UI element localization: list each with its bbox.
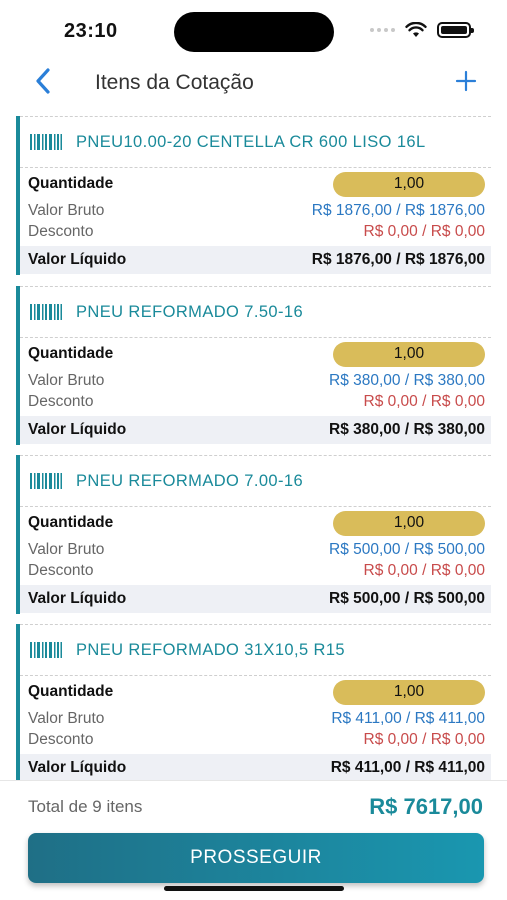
quantity-label: Quantidade [28, 514, 114, 531]
status-bar: 23:10 [0, 0, 507, 62]
net-value: R$ 500,00 / R$ 500,00 [329, 590, 485, 607]
net-value-label: Valor Líquido [28, 759, 127, 776]
net-value-row: Valor Líquido R$ 500,00 / R$ 500,00 [20, 585, 491, 613]
discount-value: R$ 0,00 / R$ 0,00 [363, 222, 486, 240]
discount-row: Desconto R$ 0,00 / R$ 0,00 [20, 729, 491, 750]
net-value: R$ 380,00 / R$ 380,00 [329, 421, 485, 438]
quantity-row: Quantidade 1,00 [20, 168, 491, 200]
item-card[interactable]: PNEU10.00-20 CENTELLA CR 600 LISO 16L Qu… [16, 116, 491, 275]
item-name: PNEU REFORMADO 7.00-16 [76, 471, 304, 490]
item-card-header: PNEU REFORMADO 7.50-16 [20, 286, 491, 338]
battery-icon [437, 22, 474, 38]
discount-value: R$ 0,00 / R$ 0,00 [363, 561, 486, 579]
footer: Total de 9 itens R$ 7617,00 PROSSEGUIR [0, 780, 507, 900]
discount-value: R$ 0,00 / R$ 0,00 [363, 392, 486, 410]
proceed-button[interactable]: PROSSEGUIR [28, 833, 484, 883]
quantity-row: Quantidade 1,00 [20, 338, 491, 370]
quantity-label: Quantidade [28, 683, 114, 700]
items-list[interactable]: PNEU10.00-20 CENTELLA CR 600 LISO 16L Qu… [0, 116, 507, 780]
status-time: 23:10 [64, 20, 118, 42]
discount-row: Desconto R$ 0,00 / R$ 0,00 [20, 391, 491, 412]
barcode-icon [30, 134, 62, 150]
page-title: Itens da Cotação [95, 71, 254, 94]
gross-value-row: Valor Bruto R$ 1876,00 / R$ 1876,00 [20, 200, 491, 221]
gross-value: R$ 500,00 / R$ 500,00 [329, 540, 485, 558]
gross-value: R$ 1876,00 / R$ 1876,00 [311, 201, 485, 219]
gross-value-row: Valor Bruto R$ 500,00 / R$ 500,00 [20, 539, 491, 560]
gross-value-label: Valor Bruto [28, 371, 105, 389]
back-button[interactable] [28, 66, 58, 96]
wifi-icon [405, 22, 427, 37]
item-card-header: PNEU REFORMADO 7.00-16 [20, 455, 491, 507]
item-card[interactable]: PNEU REFORMADO 31X10,5 R15 Quantidade 1,… [16, 624, 491, 780]
quantity-label: Quantidade [28, 345, 114, 362]
net-value-label: Valor Líquido [28, 421, 127, 438]
discount-row: Desconto R$ 0,00 / R$ 0,00 [20, 221, 491, 242]
quantity-row: Quantidade 1,00 [20, 507, 491, 539]
discount-label: Desconto [28, 561, 94, 579]
net-value: R$ 411,00 / R$ 411,00 [330, 759, 485, 776]
discount-value: R$ 0,00 / R$ 0,00 [363, 730, 486, 748]
quantity-pill[interactable]: 1,00 [333, 171, 485, 197]
gross-value-label: Valor Bruto [28, 709, 105, 727]
barcode-icon [30, 304, 62, 320]
net-value-row: Valor Líquido R$ 380,00 / R$ 380,00 [20, 416, 491, 444]
quantity-row: Quantidade 1,00 [20, 676, 491, 708]
net-value-row: Valor Líquido R$ 1876,00 / R$ 1876,00 [20, 246, 491, 274]
discount-row: Desconto R$ 0,00 / R$ 0,00 [20, 560, 491, 581]
discount-label: Desconto [28, 392, 94, 410]
gross-value-row: Valor Bruto R$ 411,00 / R$ 411,00 [20, 708, 491, 729]
home-indicator[interactable] [164, 886, 344, 891]
gross-value-label: Valor Bruto [28, 540, 105, 558]
item-name: PNEU REFORMADO 7.50-16 [76, 302, 304, 321]
total-value: R$ 7617,00 [369, 794, 483, 819]
plus-icon [455, 70, 477, 92]
quantity-pill[interactable]: 1,00 [333, 510, 485, 536]
gross-value-label: Valor Bruto [28, 201, 105, 219]
item-card-header: PNEU REFORMADO 31X10,5 R15 [20, 624, 491, 676]
item-name: PNEU10.00-20 CENTELLA CR 600 LISO 16L [76, 132, 426, 151]
gross-value: R$ 380,00 / R$ 380,00 [329, 371, 485, 389]
dynamic-island [174, 12, 334, 52]
net-value-row: Valor Líquido R$ 411,00 / R$ 411,00 [20, 754, 491, 780]
navigation-bar: Itens da Cotação [0, 62, 507, 106]
net-value-label: Valor Líquido [28, 251, 127, 268]
item-card[interactable]: PNEU REFORMADO 7.00-16 Quantidade 1,00 V… [16, 455, 491, 614]
gross-value-row: Valor Bruto R$ 380,00 / R$ 380,00 [20, 370, 491, 391]
discount-label: Desconto [28, 730, 94, 748]
status-icons [370, 22, 474, 38]
item-card[interactable]: PNEU REFORMADO 7.50-16 Quantidade 1,00 V… [16, 286, 491, 445]
item-name: PNEU REFORMADO 31X10,5 R15 [76, 640, 345, 659]
item-card-header: PNEU10.00-20 CENTELLA CR 600 LISO 16L [20, 116, 491, 168]
quantity-pill[interactable]: 1,00 [333, 341, 485, 367]
discount-label: Desconto [28, 222, 94, 240]
quantity-pill[interactable]: 1,00 [333, 679, 485, 705]
barcode-icon [30, 642, 62, 658]
chevron-left-icon [36, 68, 50, 94]
gross-value: R$ 411,00 / R$ 411,00 [331, 709, 485, 727]
cellular-signal-icon [370, 28, 395, 32]
net-value: R$ 1876,00 / R$ 1876,00 [311, 251, 485, 268]
add-item-button[interactable] [451, 66, 481, 96]
quantity-label: Quantidade [28, 175, 114, 192]
net-value-label: Valor Líquido [28, 590, 127, 607]
total-items-label: Total de 9 itens [28, 797, 143, 816]
barcode-icon [30, 473, 62, 489]
